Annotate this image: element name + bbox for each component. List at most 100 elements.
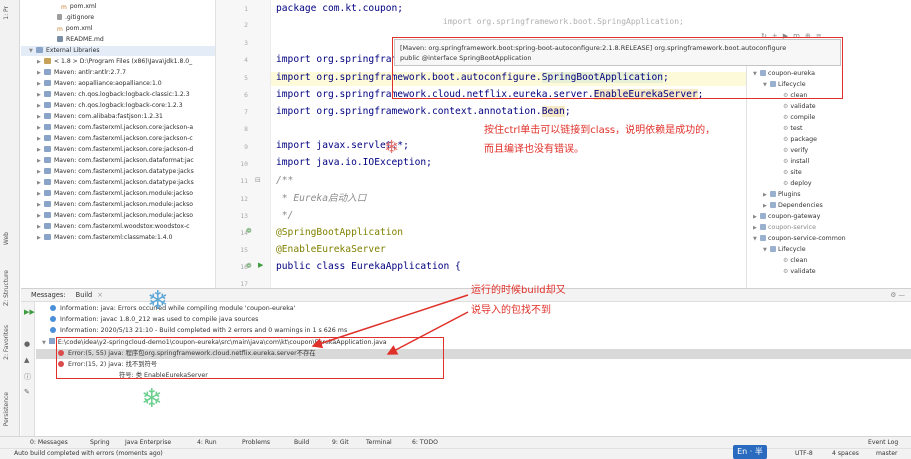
- chevron-right-icon[interactable]: ▶: [763, 190, 770, 200]
- maven-goal-item[interactable]: ⚙ compile: [783, 113, 815, 123]
- chevron-right-icon[interactable]: ▶: [37, 134, 44, 144]
- chevron-right-icon[interactable]: ▶: [37, 156, 44, 166]
- library-icon: [44, 168, 51, 174]
- tree-item[interactable]: ▶ Maven: com.fasterxml.jackson.datatype:j…: [37, 167, 194, 177]
- maven-project-item[interactable]: ▶ coupon-gateway: [753, 212, 820, 222]
- rerun-icon[interactable]: ▶▶: [24, 308, 35, 316]
- gear-icon: ⚙: [783, 158, 789, 165]
- tool-tab-todo[interactable]: 6: TODO: [412, 437, 438, 448]
- persistence-tool-tab[interactable]: Persistence: [3, 392, 10, 426]
- chevron-right-icon[interactable]: ▶: [37, 167, 44, 177]
- chevron-right-icon[interactable]: ▶: [37, 200, 44, 210]
- chevron-down-icon[interactable]: ▼: [42, 340, 46, 346]
- tool-tab-messages[interactable]: 0: Messages: [30, 437, 68, 448]
- chevron-right-icon[interactable]: ▶: [37, 233, 44, 243]
- tree-item[interactable]: ▶ Maven: com.fasterxml.jackson.core:jacks…: [37, 123, 193, 133]
- wrench-icon[interactable]: ✎: [24, 388, 30, 396]
- chevron-right-icon[interactable]: ▶: [37, 79, 44, 89]
- message-line[interactable]: Information: java: Errors occurred while…: [50, 304, 295, 314]
- chevron-right-icon[interactable]: ▶: [37, 57, 44, 67]
- tree-item[interactable]: ▶ Maven: com.fasterxml.jackson.module:jac…: [37, 211, 193, 221]
- code-line: import org.springframework.context.annot…: [276, 106, 571, 117]
- project-tool-tab[interactable]: 1: Pr: [3, 6, 10, 20]
- maven-goal-item[interactable]: ⚙ verify: [783, 146, 808, 156]
- tree-item[interactable]: ▶ Maven: com.fasterxml.jackson.datatype:j…: [37, 178, 194, 188]
- tree-item[interactable]: ▶ Maven: com.fasterxml.woodstox:woodstox-…: [37, 222, 190, 232]
- tool-tab-spring[interactable]: Spring: [90, 437, 110, 448]
- maven-goal-item[interactable]: ⚙ validate: [783, 102, 816, 112]
- tree-item[interactable]: ▶ Maven: com.fasterxml.jackson.core:jacks…: [37, 145, 193, 155]
- tool-tab-java-enterprise[interactable]: Java Enterprise: [125, 437, 171, 448]
- tool-tab-git[interactable]: 9: Git: [332, 437, 349, 448]
- git-branch-indicator[interactable]: master: [876, 449, 898, 459]
- chevron-right-icon[interactable]: ▶: [37, 112, 44, 122]
- chevron-right-icon[interactable]: ▶: [37, 123, 44, 133]
- encoding-indicator[interactable]: UTF-8: [795, 449, 813, 459]
- chevron-right-icon[interactable]: ▶: [763, 201, 770, 211]
- maven-folder-item[interactable]: ▶ Plugins: [763, 190, 801, 200]
- tree-item[interactable]: ▶ Maven: com.alibaba:fastjson:1.2.31: [37, 112, 163, 122]
- maven-goal-item[interactable]: ⚙ deploy: [783, 179, 812, 189]
- maven-goal-item[interactable]: ⚙ test: [783, 124, 802, 134]
- web-tool-tab[interactable]: Web: [3, 232, 10, 245]
- tool-tab-problems[interactable]: Problems: [242, 437, 270, 448]
- tree-item[interactable]: ▶ Maven: ch.qos.logback:logback-core:1.2.…: [37, 101, 183, 111]
- error-filter-icon[interactable]: ●: [24, 340, 30, 348]
- tree-item[interactable]: ▶ Maven: antlr:antlr:2.7.7: [37, 68, 126, 78]
- maven-goal-item[interactable]: ⚙ package: [783, 135, 817, 145]
- spring-bean-icon[interactable]: ❁: [246, 227, 252, 235]
- tree-item[interactable]: m pom.xml: [57, 24, 93, 34]
- chevron-right-icon[interactable]: ▶: [37, 68, 44, 78]
- tree-item[interactable]: ▶ Maven: com.fasterxml:classmate:1.4.0: [37, 233, 172, 243]
- chevron-right-icon[interactable]: ▶: [37, 178, 44, 188]
- favorites-tool-tab[interactable]: 2: Favorites: [3, 325, 10, 360]
- tree-item[interactable]: ▶ Maven: com.fasterxml.jackson.module:jac…: [37, 189, 193, 199]
- tool-tab-terminal[interactable]: Terminal: [366, 437, 392, 448]
- tool-tab-run[interactable]: 4: Run: [197, 437, 217, 448]
- tree-item[interactable]: m pom.xml: [61, 2, 97, 12]
- tree-item[interactable]: ▼ External Libraries: [21, 46, 215, 56]
- tree-item[interactable]: ▶ Maven: com.fasterxml.jackson.dataformat…: [37, 156, 194, 166]
- indent-indicator[interactable]: 4 spaces: [832, 449, 859, 459]
- maven-folder-item[interactable]: ▶ Dependencies: [763, 201, 823, 211]
- chevron-down-icon[interactable]: ▼: [29, 46, 36, 56]
- tree-item[interactable]: ▶ Maven: aopalliance:aopalliance:1.0: [37, 79, 162, 89]
- maven-goal-item[interactable]: ⚙ clean: [783, 256, 807, 266]
- editor-gutter[interactable]: 1 2 3 4 5 6 7 8 9 10 11 12 13 14 15 16 1…: [216, 0, 271, 288]
- chevron-right-icon[interactable]: ▶: [37, 101, 44, 111]
- run-gutter-icon[interactable]: ▶: [258, 261, 263, 269]
- message-line[interactable]: Information: 2020/5/13 21:10 - Build com…: [50, 326, 347, 336]
- chevron-right-icon[interactable]: ▶: [37, 211, 44, 221]
- spring-bean-icon[interactable]: ❁: [246, 262, 252, 270]
- chevron-right-icon[interactable]: ▶: [37, 145, 44, 155]
- maven-folder-item[interactable]: ▼ Lifecycle: [763, 245, 806, 255]
- warning-filter-icon[interactable]: ▲: [24, 356, 29, 364]
- maven-goal-item[interactable]: ⚙ install: [783, 157, 809, 167]
- fold-icon[interactable]: ⊟: [255, 176, 261, 184]
- event-log-button[interactable]: Event Log: [868, 437, 898, 448]
- maven-goal-item[interactable]: ⚙ site: [783, 168, 802, 178]
- tree-item[interactable]: .gitignore: [57, 13, 94, 23]
- settings-gear-icon[interactable]: ⚙ —: [890, 289, 905, 302]
- maven-project-item[interactable]: ▼ coupon-service-common: [753, 234, 846, 244]
- chevron-right-icon[interactable]: ▶: [753, 212, 760, 222]
- tree-item[interactable]: ▶ Maven: ch.qos.logback:logback-classic:1…: [37, 90, 190, 100]
- tree-item[interactable]: ▶ Maven: com.fasterxml.jackson.core:jacks…: [37, 134, 193, 144]
- maven-project-item[interactable]: ▶ coupon-service: [753, 223, 816, 233]
- maven-goal-item[interactable]: ⚙ validate: [783, 267, 816, 277]
- close-icon[interactable]: ×: [97, 291, 103, 299]
- chevron-right-icon[interactable]: ▶: [753, 223, 760, 233]
- message-line[interactable]: Information: javac 1.8.0_212 was used to…: [50, 315, 258, 325]
- chevron-right-icon[interactable]: ▶: [37, 189, 44, 199]
- tree-item[interactable]: ▶ Maven: com.fasterxml.jackson.module:jac…: [37, 200, 193, 210]
- tool-tab-build[interactable]: Build: [294, 437, 309, 448]
- chevron-down-icon[interactable]: ▼: [753, 234, 760, 244]
- structure-tool-tab[interactable]: Z: Structure: [3, 270, 10, 306]
- build-tab[interactable]: Build: [76, 291, 93, 299]
- tree-item[interactable]: ▶ < 1.8 > D:\Program Files (x86)\Java\jdk…: [37, 57, 192, 67]
- chevron-right-icon[interactable]: ▶: [37, 222, 44, 232]
- chevron-right-icon[interactable]: ▶: [37, 90, 44, 100]
- chevron-down-icon[interactable]: ▼: [763, 245, 770, 255]
- info-filter-icon[interactable]: ⓘ: [24, 372, 31, 382]
- tree-item[interactable]: README.md: [57, 35, 104, 45]
